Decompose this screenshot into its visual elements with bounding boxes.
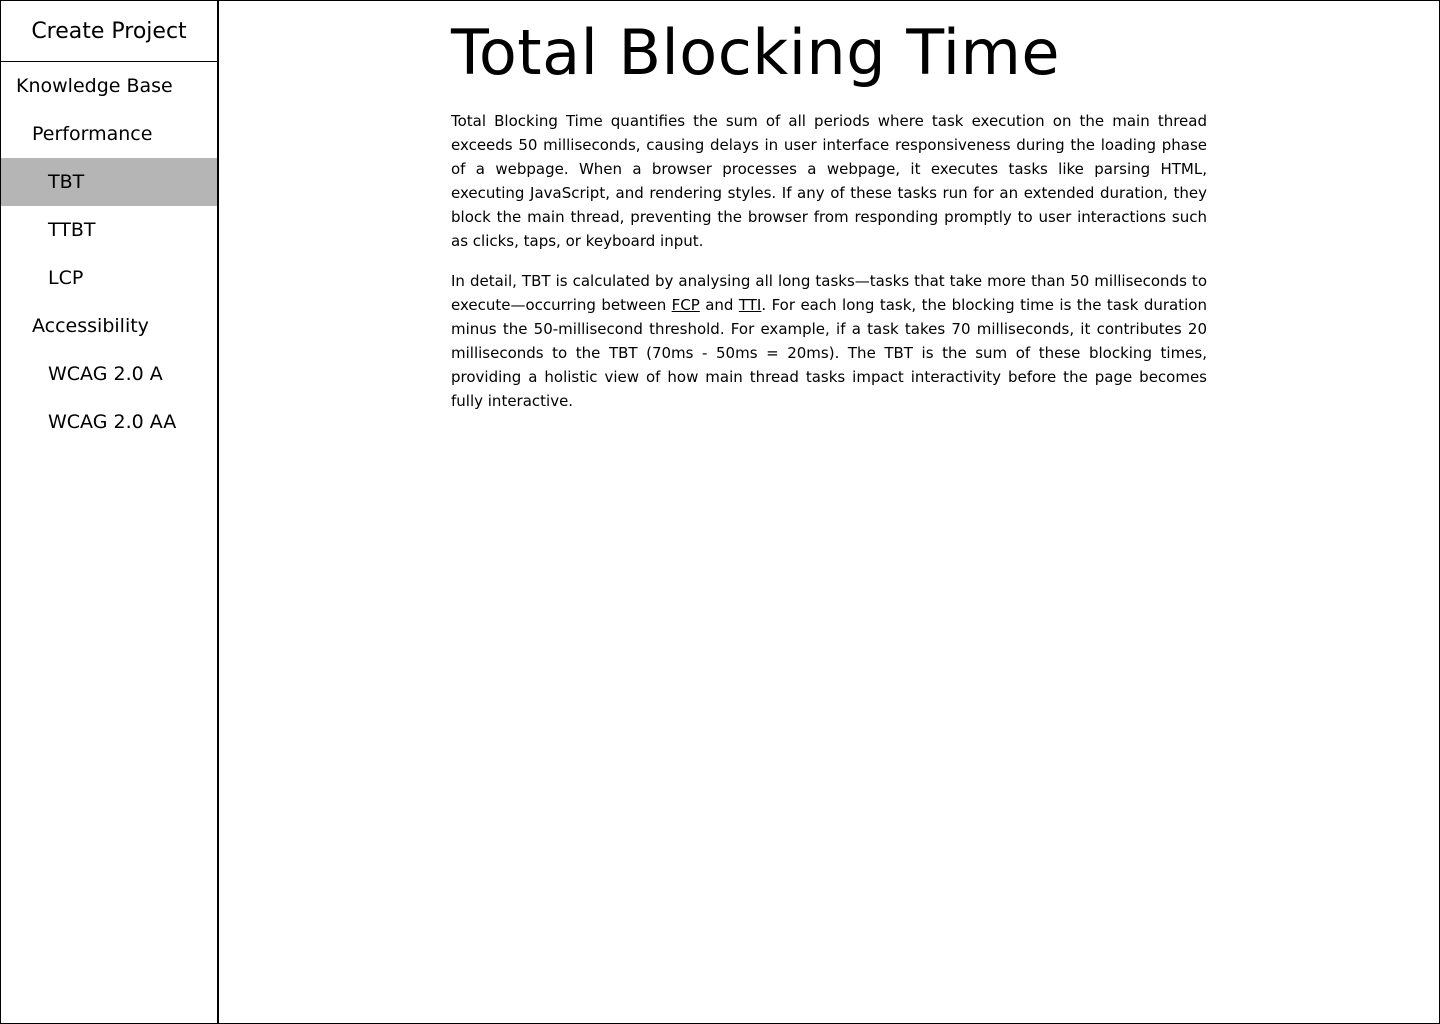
fcp-link[interactable]: FCP [672,296,700,314]
article-paragraph-2: In detail, TBT is calculated by analysin… [451,269,1207,413]
sidebar-item-tbt[interactable]: TBT [1,158,217,206]
page-title: Total Blocking Time [451,16,1061,89]
article: Total Blocking Time Total Blocking Time … [451,15,1207,429]
main-content: Total Blocking Time Total Blocking Time … [219,1,1439,1023]
sidebar-item-accessibility[interactable]: Accessibility [1,302,217,350]
sidebar-item-wcag-a[interactable]: WCAG 2.0 A [1,350,217,398]
create-project-button[interactable]: Create Project [1,1,217,62]
paragraph-text: and [699,296,739,314]
sidebar-item-ttbt[interactable]: TTBT [1,206,217,254]
sidebar-item-performance[interactable]: Performance [1,110,217,158]
sidebar-item-knowledge-base[interactable]: Knowledge Base [1,62,217,110]
sidebar: Create Project Knowledge Base Performanc… [1,1,219,1023]
sidebar-item-wcag-aa[interactable]: WCAG 2.0 AA [1,398,217,446]
app-frame: Create Project Knowledge Base Performanc… [0,0,1440,1024]
article-paragraph-1: Total Blocking Time quantifies the sum o… [451,112,1207,250]
tti-link[interactable]: TTI [739,296,762,314]
sidebar-item-lcp[interactable]: LCP [1,254,217,302]
